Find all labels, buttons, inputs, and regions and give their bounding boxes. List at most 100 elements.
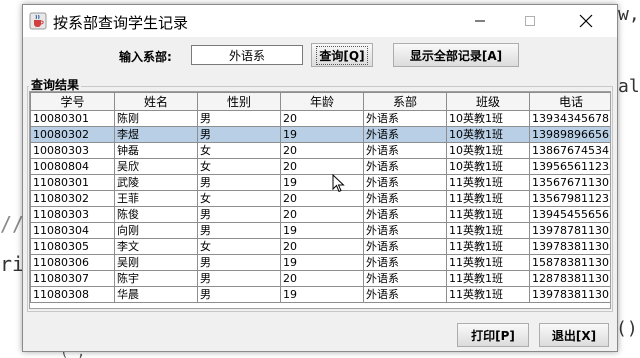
- table-cell[interactable]: 男: [197, 126, 281, 143]
- results-table-scroll[interactable]: 学号 姓名 性别 年龄 系部 班级 电话 10080301 陈刚男 20 外语系 10英…: [29, 91, 611, 309]
- table-cell[interactable]: 11英教1班: [446, 222, 530, 239]
- table-row[interactable]: 11080303 陈俊男 20 外语系 11英教1班 13945455656: [30, 206, 610, 223]
- table-cell[interactable]: 陈宇: [114, 270, 198, 287]
- table-cell[interactable]: 19: [280, 254, 364, 271]
- table-cell[interactable]: 11080304: [30, 222, 115, 239]
- table-cell[interactable]: 11英教1班: [446, 254, 530, 271]
- table-cell[interactable]: 19: [280, 126, 364, 143]
- close-button[interactable]: [563, 5, 609, 37]
- table-cell[interactable]: 外语系: [363, 254, 447, 271]
- table-row[interactable]: 11080304 向刚男 19 外语系 11英教1班 13978781130: [30, 222, 610, 239]
- table-cell[interactable]: 13567981123: [529, 190, 610, 207]
- table-row[interactable]: 11080308 华晨男 19 外语系 11英教1班 13978381130: [30, 286, 610, 303]
- table-cell[interactable]: 男: [197, 110, 281, 127]
- table-cell[interactable]: 10080301: [30, 110, 115, 127]
- table-cell[interactable]: 女: [197, 190, 281, 207]
- table-cell[interactable]: 20: [280, 270, 364, 287]
- table-cell[interactable]: 女: [197, 142, 281, 159]
- table-cell[interactable]: 吴刚: [114, 254, 198, 271]
- table-cell[interactable]: 20: [280, 142, 364, 159]
- query-button[interactable]: 查询[Q]: [311, 43, 373, 67]
- table-cell[interactable]: 外语系: [363, 142, 447, 159]
- table-cell[interactable]: 武陵: [114, 174, 198, 191]
- table-cell[interactable]: 陈刚: [114, 110, 198, 127]
- table-cell[interactable]: 11英教1班: [446, 238, 530, 255]
- table-cell[interactable]: 外语系: [363, 222, 447, 239]
- table-cell[interactable]: 外语系: [363, 158, 447, 175]
- table-row[interactable]: 10080804 吴欣女 20 外语系 10英教1班 13956561123: [30, 158, 610, 175]
- table-cell[interactable]: 10080804: [30, 158, 115, 175]
- table-cell[interactable]: 向刚: [114, 222, 198, 239]
- table-cell[interactable]: 钟磊: [114, 142, 198, 159]
- table-cell[interactable]: 10英教1班: [446, 110, 530, 127]
- table-cell[interactable]: 11080302: [30, 190, 115, 207]
- table-cell[interactable]: 11080307: [30, 270, 115, 287]
- table-cell[interactable]: 20: [280, 158, 364, 175]
- table-row[interactable]: 11080307 陈宇男 20 外语系 11英教1班 12878381130: [30, 270, 610, 287]
- table-cell[interactable]: 11英教1班: [446, 190, 530, 207]
- maximize-button[interactable]: [507, 5, 553, 37]
- table-row[interactable]: 11080302 王菲女 20 外语系 11英教1班 13567981123: [30, 190, 610, 207]
- title-bar[interactable]: 按系部查询学生记录: [23, 5, 617, 37]
- column-header[interactable]: 性别: [197, 92, 281, 111]
- table-cell[interactable]: 外语系: [363, 190, 447, 207]
- table-cell[interactable]: 13934345678: [529, 110, 610, 127]
- table-cell[interactable]: 13978381130: [529, 238, 610, 255]
- table-cell[interactable]: 11英教1班: [446, 286, 530, 303]
- table-cell[interactable]: 10080303: [30, 142, 115, 159]
- column-header[interactable]: 学号: [30, 92, 115, 111]
- table-cell[interactable]: 11英教1班: [446, 270, 530, 287]
- table-cell[interactable]: 11080301: [30, 174, 115, 191]
- table-cell[interactable]: 11080306: [30, 254, 115, 271]
- column-header[interactable]: 姓名: [114, 92, 198, 111]
- table-cell[interactable]: 女: [197, 238, 281, 255]
- table-row[interactable]: 10080301 陈刚男 20 外语系 10英教1班 13934345678: [30, 110, 610, 127]
- table-cell[interactable]: 外语系: [363, 238, 447, 255]
- table-cell[interactable]: 13956561123: [529, 158, 610, 175]
- table-cell[interactable]: 男: [197, 206, 281, 223]
- table-cell[interactable]: 外语系: [363, 286, 447, 303]
- department-input[interactable]: [191, 45, 303, 65]
- column-header[interactable]: 班级: [446, 92, 530, 111]
- table-cell[interactable]: 王菲: [114, 190, 198, 207]
- table-row[interactable]: 10080303 钟磊女 20 外语系 10英教1班 13867674534: [30, 142, 610, 159]
- table-cell[interactable]: 13978781130: [529, 222, 610, 239]
- table-cell[interactable]: 13567671130: [529, 174, 610, 191]
- table-cell[interactable]: 外语系: [363, 174, 447, 191]
- exit-button[interactable]: 退出[X]: [539, 323, 609, 347]
- table-cell[interactable]: 12878381130: [529, 270, 610, 287]
- table-row[interactable]: 10080302 李煜男 19 外语系 10英教1班 13989896656: [30, 126, 610, 143]
- show-all-button[interactable]: 显示全部记录[A]: [393, 43, 519, 67]
- column-header[interactable]: 电话: [529, 92, 610, 111]
- table-cell[interactable]: 11英教1班: [446, 174, 530, 191]
- table-cell[interactable]: 11080308: [30, 286, 115, 303]
- table-cell[interactable]: 19: [280, 222, 364, 239]
- print-button[interactable]: 打印[P]: [457, 323, 529, 347]
- table-cell[interactable]: 11英教1班: [446, 206, 530, 223]
- table-cell[interactable]: 10英教1班: [446, 158, 530, 175]
- table-cell[interactable]: 男: [197, 174, 281, 191]
- table-cell[interactable]: 13989896656: [529, 126, 610, 143]
- table-row[interactable]: 11080305 李文女 20 外语系 11英教1班 13978381130: [30, 238, 610, 255]
- table-cell[interactable]: 华晨: [114, 286, 198, 303]
- table-cell[interactable]: 15878381130: [529, 254, 610, 271]
- table-cell[interactable]: 19: [280, 174, 364, 191]
- table-cell[interactable]: 李文: [114, 238, 198, 255]
- table-cell[interactable]: 女: [197, 158, 281, 175]
- table-cell[interactable]: 11080303: [30, 206, 115, 223]
- table-cell[interactable]: 13867674534: [529, 142, 610, 159]
- column-header[interactable]: 系部: [363, 92, 447, 111]
- table-cell[interactable]: 吴欣: [114, 158, 198, 175]
- minimize-button[interactable]: [457, 5, 503, 37]
- table-cell[interactable]: 20: [280, 238, 364, 255]
- table-cell[interactable]: 男: [197, 286, 281, 303]
- table-cell[interactable]: 男: [197, 270, 281, 287]
- column-header[interactable]: 年龄: [280, 92, 364, 111]
- table-cell[interactable]: 陈俊: [114, 206, 198, 223]
- table-cell[interactable]: 13978381130: [529, 286, 610, 303]
- table-cell[interactable]: 11080305: [30, 238, 115, 255]
- table-cell[interactable]: 李煜: [114, 126, 198, 143]
- table-cell[interactable]: 外语系: [363, 126, 447, 143]
- table-cell[interactable]: 外语系: [363, 110, 447, 127]
- table-cell[interactable]: 10英教1班: [446, 126, 530, 143]
